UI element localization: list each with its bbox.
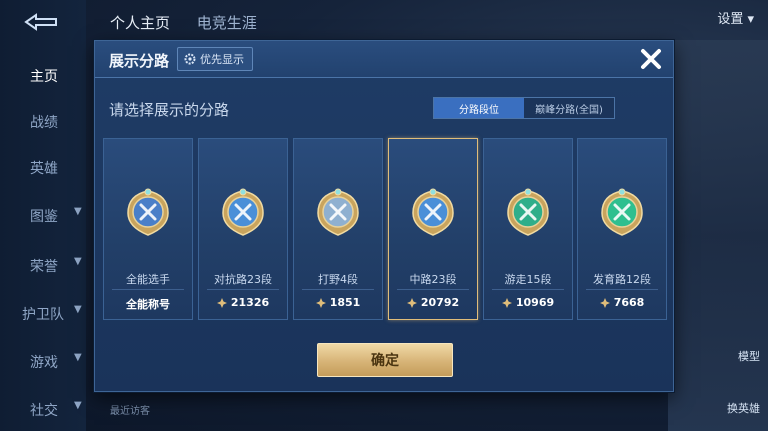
dialog-title: 展示分路 xyxy=(109,52,170,70)
lane-card[interactable]: 发育路12段 7668 xyxy=(577,138,667,320)
card-divider xyxy=(302,289,374,290)
dialog-subtitle: 请选择展示的分路 xyxy=(109,101,230,119)
back-icon[interactable] xyxy=(22,12,62,32)
card-divider xyxy=(112,289,184,290)
lane-score: 全能称号 xyxy=(104,296,192,312)
lane-score-value: 21326 xyxy=(230,296,270,309)
points-icon xyxy=(501,297,512,308)
priority-display-button[interactable]: 优先显示 xyxy=(177,47,253,71)
lane-card[interactable]: 游走15段 10969 xyxy=(483,138,573,320)
switch-hero-label[interactable]: 换英雄 xyxy=(727,400,760,416)
lane-card[interactable]: 全能选手 全能称号 xyxy=(103,138,193,320)
lane-name: 全能选手 xyxy=(126,273,170,286)
lane-name: 打野4段 xyxy=(318,273,358,286)
points-icon xyxy=(599,297,610,308)
lane-name: 对抗路23段 xyxy=(214,273,272,286)
tab-profile[interactable]: 个人主页 xyxy=(110,14,170,32)
card-divider xyxy=(492,289,564,290)
chevron-down-icon: ▼ xyxy=(74,304,82,315)
roam-icon xyxy=(507,188,549,236)
settings-button[interactable]: 设置 ▾ xyxy=(717,8,754,27)
lane-score-value: 20792 xyxy=(420,296,460,309)
chevron-down-icon: ▼ xyxy=(74,352,82,363)
recent-visitors[interactable]: 最近访客 xyxy=(110,402,150,417)
lane-score: 21326 xyxy=(199,296,287,309)
lane-mode-toggle: 分路段位 巅峰分路(全国) xyxy=(433,97,615,119)
dialog-header: 展示分路 优先显示 xyxy=(95,41,673,78)
lane-score: 7668 xyxy=(578,296,666,309)
lane-name: 中路23段 xyxy=(409,273,457,286)
top-tabs: 个人主页 电竞生涯 xyxy=(110,12,279,33)
tab-esports[interactable]: 电竞生涯 xyxy=(197,14,257,32)
close-icon[interactable] xyxy=(637,45,665,73)
clash-lane-icon xyxy=(222,188,264,236)
points-icon xyxy=(406,297,417,308)
tab-lane-rank[interactable]: 分路段位 xyxy=(434,98,524,118)
lane-score-value: 7668 xyxy=(613,296,645,309)
all-round-icon xyxy=(127,188,169,236)
left-nav: 主页 战绩 英雄 图鉴 ▼ 荣誉 ▼ 护卫队 ▼ 游戏 ▼ 社交 ▼ xyxy=(0,0,86,431)
lane-score-value: 全能称号 xyxy=(126,298,170,311)
chevron-down-icon: ▼ xyxy=(74,256,82,267)
lane-name: 游走15段 xyxy=(504,273,552,286)
lane-score: 20792 xyxy=(389,296,477,309)
points-icon xyxy=(315,297,326,308)
priority-display-label: 优先显示 xyxy=(200,53,244,66)
card-divider xyxy=(207,289,279,290)
model-label[interactable]: 模型 xyxy=(738,348,760,364)
points-icon xyxy=(216,297,227,308)
lane-score-value: 1851 xyxy=(329,296,361,309)
lane-score-value: 10969 xyxy=(515,296,555,309)
chevron-down-icon: ▼ xyxy=(74,206,82,217)
confirm-button[interactable]: 确定 xyxy=(317,343,453,377)
lane-display-dialog: 展示分路 优先显示 请选择展示的分路 分路段位 巅峰分路(全国) 全能选手全能称… xyxy=(94,40,674,392)
mid-lane-icon xyxy=(412,188,454,236)
lane-card[interactable]: 打野4段 1851 xyxy=(293,138,383,320)
jungle-icon xyxy=(317,188,359,236)
tab-peak-lane[interactable]: 巅峰分路(全国) xyxy=(524,98,614,118)
card-divider xyxy=(397,289,469,290)
chevron-down-icon: ▼ xyxy=(74,400,82,411)
farm-lane-icon xyxy=(601,188,643,236)
lane-score: 10969 xyxy=(484,296,572,309)
hero-model-area xyxy=(668,40,768,431)
gear-icon xyxy=(184,53,196,65)
lane-name: 发育路12段 xyxy=(593,273,651,286)
lane-card[interactable]: 对抗路23段 21326 xyxy=(198,138,288,320)
lane-card[interactable]: 中路23段 20792 xyxy=(388,138,478,320)
lane-score: 1851 xyxy=(294,296,382,309)
card-divider xyxy=(586,289,658,290)
